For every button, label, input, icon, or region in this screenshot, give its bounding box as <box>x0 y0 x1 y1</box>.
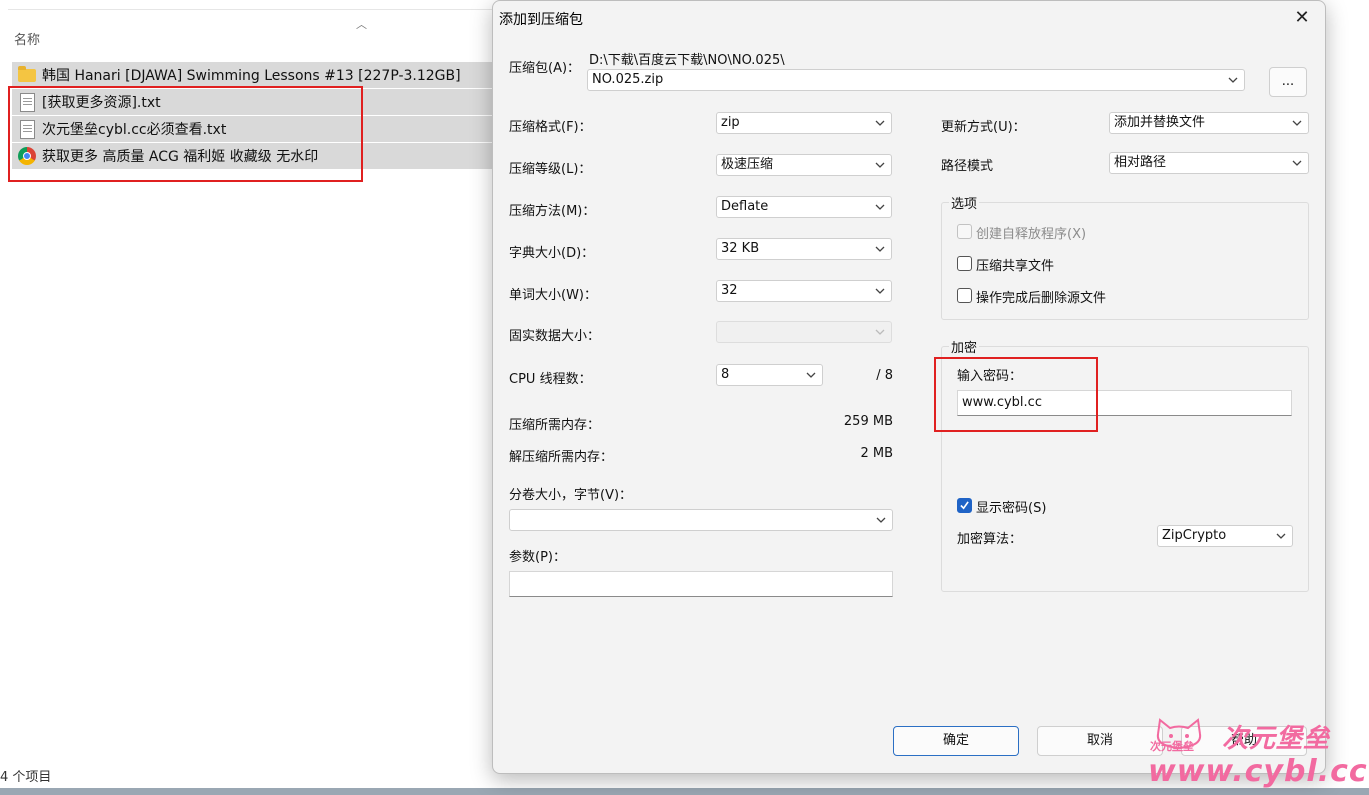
method-label: 压缩方法(M)： <box>509 204 596 219</box>
browse-button[interactable]: ... <box>1269 67 1307 97</box>
cpu-label: CPU 线程数： <box>509 372 592 387</box>
enc-method-label: 加密算法： <box>957 532 1023 547</box>
solid-select <box>716 321 892 343</box>
volume-label: 分卷大小，字节(V)： <box>509 488 633 503</box>
archive-name-combo[interactable]: NO.025.zip <box>587 69 1245 91</box>
highlight-box-password <box>934 357 1098 432</box>
dict-label: 字典大小(D)： <box>509 246 595 261</box>
path-mode-select[interactable]: 相对路径 <box>1109 152 1309 174</box>
delete-source-label[interactable]: 操作完成后删除源文件 <box>976 287 1106 306</box>
options-title: 选项 <box>949 193 980 212</box>
solid-label: 固实数据大小： <box>509 329 601 344</box>
file-row-folder[interactable]: 韩国 Hanari [DJAWA] Swimming Lessons #13 [… <box>12 62 492 88</box>
chevron-down-icon[interactable] <box>1226 70 1240 90</box>
column-header-name[interactable]: 名称 <box>14 29 40 48</box>
cpu-select[interactable]: 8 <box>716 364 823 386</box>
word-label: 单词大小(W)： <box>509 288 597 303</box>
encryption-title: 加密 <box>949 337 980 356</box>
chevron-down-icon <box>873 322 887 342</box>
chevron-down-icon[interactable] <box>874 510 888 530</box>
chevron-down-icon <box>873 155 887 175</box>
chevron-down-icon <box>873 197 887 217</box>
word-value: 32 <box>721 283 738 298</box>
dialog-title: 添加到压缩包 <box>499 12 583 28</box>
chevron-down-icon <box>873 281 887 301</box>
update-label: 更新方式(U)： <box>941 120 1026 135</box>
add-to-archive-dialog: 添加到压缩包 ✕ 压缩包(A)： D:\下载\百度云下载\NO\NO.025\ … <box>492 0 1326 774</box>
shared-files-label[interactable]: 压缩共享文件 <box>976 255 1054 274</box>
delete-source-checkbox[interactable] <box>957 288 972 303</box>
format-label: 压缩格式(F)： <box>509 120 592 135</box>
archive-name-value: NO.025.zip <box>592 72 664 87</box>
dict-value: 32 KB <box>721 241 760 256</box>
archive-label: 压缩包(A)： <box>509 61 581 76</box>
show-password-label[interactable]: 显示密码(S) <box>976 497 1046 516</box>
params-input[interactable] <box>509 571 893 597</box>
header-divider <box>8 9 492 10</box>
mem-decomp-value: 2 MB <box>860 446 893 461</box>
update-select[interactable]: 添加并替换文件 <box>1109 112 1309 134</box>
path-mode-value: 相对路径 <box>1114 155 1167 170</box>
folder-icon <box>16 64 38 86</box>
method-select[interactable]: Deflate <box>716 196 892 218</box>
watermark-title: 次元堡垒 <box>1222 724 1331 754</box>
highlight-box-files <box>8 86 363 182</box>
close-icon[interactable]: ✕ <box>1291 7 1313 29</box>
path-mode-label: 路径模式 <box>941 159 994 174</box>
mem-comp-label: 压缩所需内存： <box>509 418 601 433</box>
shared-files-checkbox[interactable] <box>957 256 972 271</box>
level-select[interactable]: 极速压缩 <box>716 154 892 176</box>
update-value: 添加并替换文件 <box>1114 115 1206 130</box>
method-value: Deflate <box>721 199 769 214</box>
chevron-down-icon <box>1290 113 1304 133</box>
checkmark-icon <box>960 501 969 510</box>
format-value: zip <box>721 115 740 130</box>
show-password-checkbox[interactable] <box>957 498 972 513</box>
file-name: 韩国 Hanari [DJAWA] Swimming Lessons #13 [… <box>42 68 461 84</box>
status-item-count: 4 个项目 <box>0 770 52 785</box>
watermark: 次元堡垒 次元堡垒 www.cybl.cc <box>1140 712 1369 792</box>
enc-method-select[interactable]: ZipCrypto <box>1157 525 1293 547</box>
level-label: 压缩等级(L)： <box>509 162 592 177</box>
volume-combo[interactable] <box>509 509 893 531</box>
word-select[interactable]: 32 <box>716 280 892 302</box>
format-select[interactable]: zip <box>716 112 892 134</box>
watermark-small-text: 次元堡垒 <box>1150 740 1194 753</box>
ok-button[interactable]: 确定 <box>893 726 1019 756</box>
sfx-checkbox <box>957 224 972 239</box>
archive-path: D:\下载\百度云下载\NO\NO.025\ <box>589 53 785 68</box>
chevron-down-icon <box>804 365 818 385</box>
mem-comp-value: 259 MB <box>843 414 893 429</box>
chevron-down-icon <box>1274 526 1288 546</box>
chevron-down-icon <box>873 113 887 133</box>
mem-decomp-label: 解压缩所需内存： <box>509 450 614 465</box>
cpu-value: 8 <box>721 367 730 382</box>
sort-ascending-icon[interactable]: ︿ <box>356 16 367 32</box>
chevron-down-icon <box>873 239 887 259</box>
params-label: 参数(P)： <box>509 550 566 565</box>
chevron-down-icon <box>1290 153 1304 173</box>
cpu-max: / 8 <box>876 368 893 383</box>
watermark-url: www.cybl.cc <box>1148 754 1368 789</box>
level-value: 极速压缩 <box>721 157 774 172</box>
enc-method-value: ZipCrypto <box>1162 528 1227 543</box>
sfx-label: 创建自释放程序(X) <box>976 227 1087 242</box>
dict-select[interactable]: 32 KB <box>716 238 892 260</box>
